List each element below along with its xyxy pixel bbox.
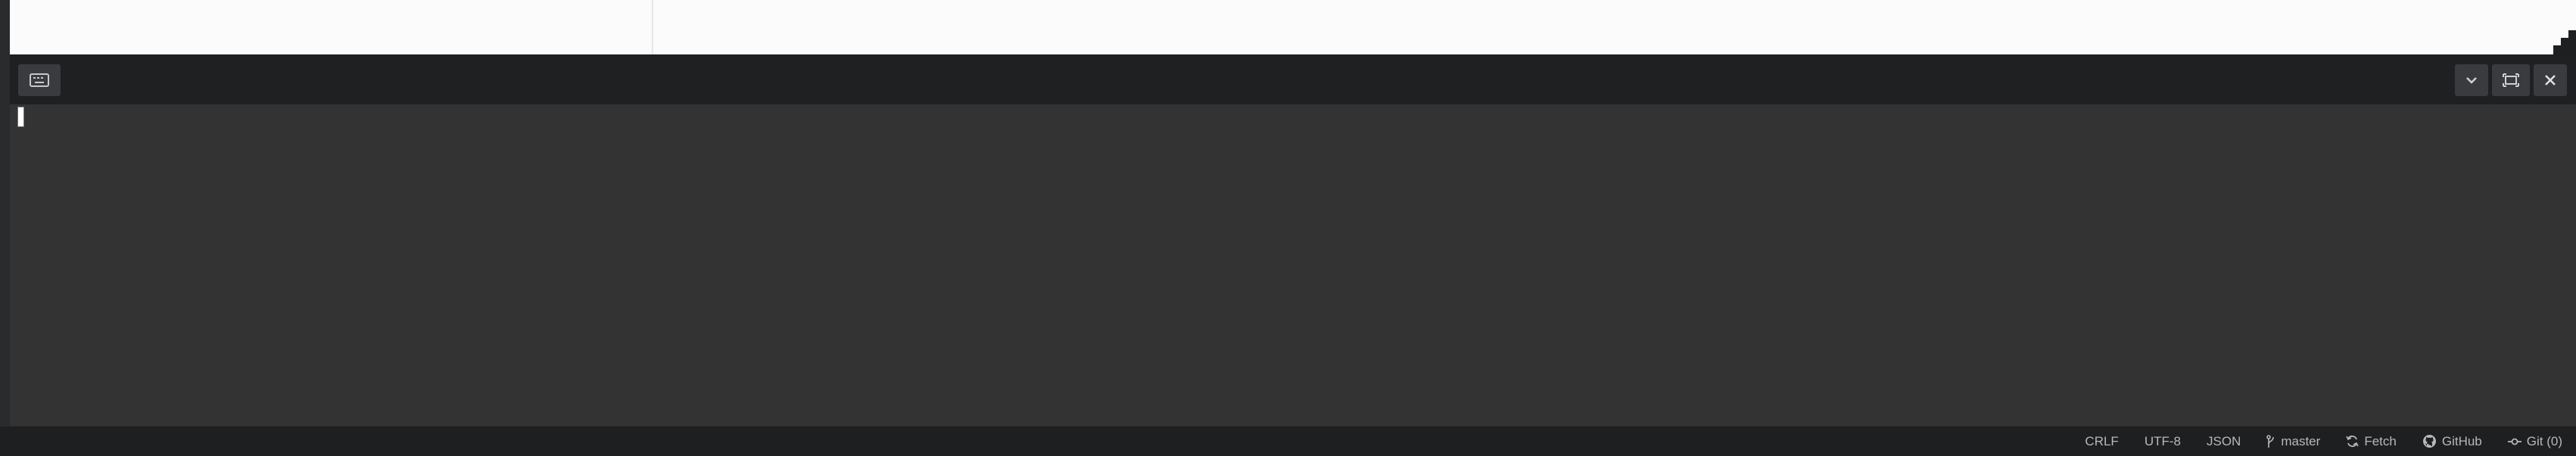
resize-grip[interactable]	[2553, 30, 2576, 54]
github-button[interactable]: GitHub	[2422, 434, 2482, 449]
terminal-panel-header	[10, 56, 2576, 104]
editor-split-divider[interactable]	[652, 0, 653, 54]
language-status[interactable]: JSON	[2207, 434, 2241, 449]
github-icon	[2422, 435, 2436, 448]
editor-area[interactable]	[10, 0, 2576, 54]
left-gutter	[0, 0, 10, 435]
encoding-label: UTF-8	[2144, 433, 2181, 448]
close-panel-button[interactable]	[2534, 64, 2567, 96]
git-branch-icon	[2266, 434, 2275, 448]
maximize-panel-button[interactable]	[2492, 64, 2530, 96]
git-button[interactable]: Git (0)	[2507, 433, 2562, 449]
fetch-label: Fetch	[2364, 433, 2397, 448]
close-icon	[2545, 75, 2556, 85]
git-label: Git (0)	[2526, 433, 2562, 448]
language-label: JSON	[2207, 433, 2241, 448]
terminal-output[interactable]	[10, 104, 2576, 426]
terminal-cursor	[17, 107, 24, 127]
line-ending-label: CRLF	[2085, 433, 2119, 448]
branch-status[interactable]: master	[2266, 434, 2320, 449]
collapse-panel-button[interactable]	[2455, 64, 2488, 96]
fetch-button[interactable]: Fetch	[2346, 434, 2397, 449]
keyboard-icon	[30, 73, 49, 87]
encoding-status[interactable]: UTF-8	[2145, 434, 2181, 449]
app-window: CRLF UTF-8 JSON master Fetch GitHub Git …	[0, 0, 2576, 456]
terminal-toggle-button[interactable]	[18, 64, 61, 96]
chevron-down-icon	[2466, 77, 2477, 84]
github-label: GitHub	[2441, 433, 2482, 448]
refresh-icon	[2346, 435, 2360, 448]
line-ending-status[interactable]: CRLF	[2085, 434, 2118, 449]
status-bar: CRLF UTF-8 JSON master Fetch GitHub Git …	[0, 426, 2576, 456]
branch-label: master	[2281, 433, 2321, 448]
maximize-icon	[2503, 73, 2519, 87]
git-commit-icon	[2507, 438, 2521, 445]
